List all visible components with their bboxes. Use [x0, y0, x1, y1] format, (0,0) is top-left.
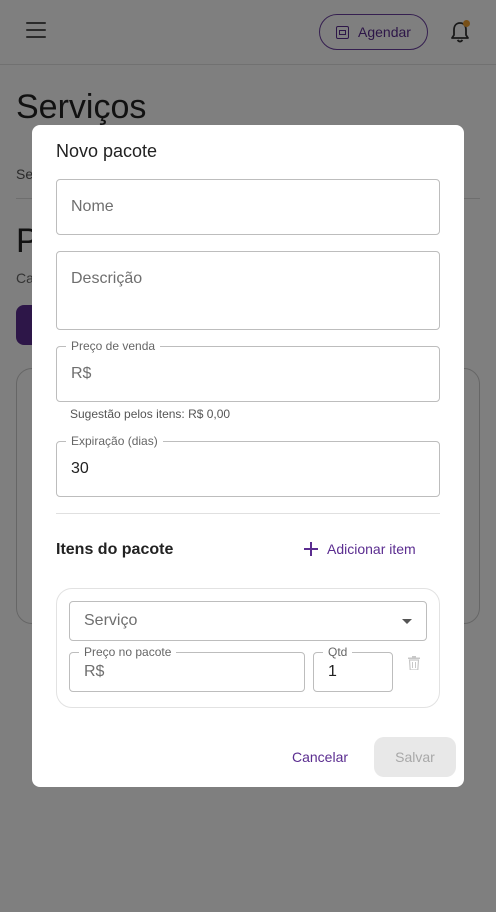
expiration-label: Expiração (dias) [66, 434, 163, 448]
name-placeholder: Nome [71, 198, 114, 215]
save-button[interactable]: Salvar [374, 737, 456, 777]
quantity-input[interactable]: Qtd 1 [313, 645, 393, 692]
name-input[interactable]: Nome [56, 179, 440, 235]
delete-item-icon[interactable] [408, 656, 420, 670]
expiration-value: 30 [71, 460, 89, 477]
dropdown-arrow-icon [402, 619, 412, 624]
new-package-dialog: Novo pacote Nome Descrição Preço de vend… [32, 125, 464, 787]
sale-price-prefix: R$ [71, 365, 92, 382]
quantity-label: Qtd [323, 645, 353, 659]
quantity-value: 1 [328, 663, 337, 680]
package-item-card: Serviço Preço no pacote R$ Qtd 1 [56, 588, 440, 708]
dialog-title: Novo pacote [56, 141, 158, 161]
section-divider [56, 513, 440, 514]
package-items-title: Itens do pacote [56, 541, 174, 558]
add-item-label: Adicionar item [327, 541, 416, 557]
add-item-button[interactable]: Adicionar item [304, 541, 416, 557]
package-price-label: Preço no pacote [79, 645, 177, 659]
sale-price-input[interactable]: Preço de venda R$ [56, 339, 440, 402]
description-placeholder: Descrição [71, 270, 143, 287]
plus-icon [304, 542, 318, 556]
cancel-button[interactable]: Cancelar [280, 737, 360, 777]
package-price-input[interactable]: Preço no pacote R$ [69, 645, 305, 692]
expiration-days-input[interactable]: Expiração (dias) 30 [56, 434, 440, 497]
package-price-prefix: R$ [84, 663, 105, 680]
service-select-placeholder: Serviço [84, 612, 138, 629]
sale-price-label: Preço de venda [66, 339, 161, 353]
price-suggestion-helper: Sugestão pelos itens: R$ 0,00 [70, 407, 231, 421]
service-select[interactable]: Serviço [69, 601, 427, 641]
description-input[interactable]: Descrição [56, 251, 440, 330]
